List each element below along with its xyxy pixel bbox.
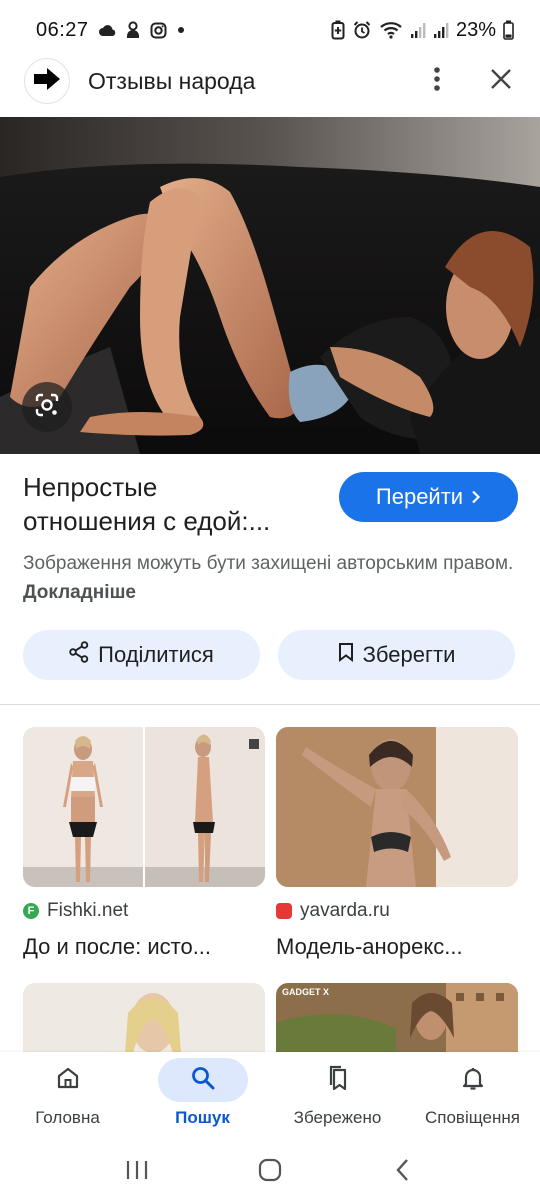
result-title-row: Непростые отношения с едой:... Перейти xyxy=(23,470,518,538)
system-navigation xyxy=(0,1144,540,1200)
chevron-right-icon xyxy=(471,484,481,510)
related-card[interactable]: yavarda.ru Модель-анорекс... xyxy=(276,727,518,960)
learn-more-link[interactable]: Докладніше xyxy=(23,582,136,603)
related-thumbnail[interactable]: GADGET X xyxy=(276,983,518,1053)
nav-label-notifications: Сповіщення xyxy=(425,1108,520,1127)
back-button[interactable] xyxy=(373,1150,433,1194)
close-icon xyxy=(490,68,512,95)
nav-icon-container xyxy=(293,1058,383,1102)
share-icon xyxy=(69,641,89,669)
signal-icon xyxy=(410,21,426,39)
related-title: Модель-анорекс... xyxy=(276,934,463,959)
recent-apps-button[interactable] xyxy=(107,1150,167,1194)
share-button[interactable]: Поділитися xyxy=(23,630,260,680)
nav-icon-container xyxy=(428,1058,518,1102)
bookmark-icon xyxy=(338,642,354,668)
nav-item-home[interactable]: Головна xyxy=(3,1058,133,1144)
arrow-right-icon xyxy=(32,66,62,97)
result-image[interactable] xyxy=(0,117,540,454)
result-image-illustration xyxy=(0,117,540,454)
bottom-navigation: Головна Пошук Збережено Сповіщення xyxy=(0,1052,540,1144)
battery-percent: 23% xyxy=(455,18,496,41)
recent-apps-icon xyxy=(125,1159,149,1186)
result-title[interactable]: Непростые отношения с едой:... xyxy=(23,470,323,538)
source-favicon-icon xyxy=(276,903,292,919)
watermark-label: GADGET X xyxy=(282,987,330,997)
bookmarks-icon xyxy=(325,1065,351,1096)
nav-label-home: Головна xyxy=(35,1108,100,1127)
alarm-icon xyxy=(352,20,372,40)
status-bar: 06:27 23% xyxy=(0,0,540,60)
action-row: Поділитися Зберегти xyxy=(23,630,515,680)
search-icon xyxy=(190,1065,216,1096)
nav-icon-container xyxy=(23,1058,113,1102)
related-title: До и после: исто... xyxy=(23,934,212,959)
page-title: Отзывы народа xyxy=(88,67,256,94)
header: Отзывы народа xyxy=(0,56,540,106)
home-system-button[interactable] xyxy=(240,1150,300,1194)
google-lens-button[interactable] xyxy=(22,382,72,432)
source-favicon-icon: F xyxy=(23,903,39,919)
copyright-notice: Зображення можуть бути захищені авторськ… xyxy=(23,549,523,607)
result-title-line1: Непростые xyxy=(23,472,158,502)
related-source: yavarda.ru xyxy=(276,900,518,922)
related-source: F Fishki.net xyxy=(23,900,265,922)
nav-label-saved: Збережено xyxy=(293,1108,382,1127)
related-thumbnail xyxy=(276,727,518,887)
more-vert-icon xyxy=(434,66,440,97)
save-label: Зберегти xyxy=(362,642,456,667)
battery-saver-icon xyxy=(331,20,345,40)
cloud-icon xyxy=(98,23,116,37)
dot-icon xyxy=(176,25,186,35)
result-title-line2: отношения с едой:... xyxy=(23,506,271,536)
share-label: Поділитися xyxy=(98,642,214,667)
instagram-icon xyxy=(150,22,167,39)
status-time: 06:27 xyxy=(36,18,89,41)
visit-button-label: Перейти xyxy=(375,484,464,509)
section-divider xyxy=(0,704,540,705)
nav-label-search: Пошук xyxy=(175,1108,230,1127)
copyright-text: Зображення можуть бути захищені авторськ… xyxy=(23,553,514,574)
source-name: yavarda.ru xyxy=(300,900,390,921)
close-button[interactable] xyxy=(486,66,516,96)
related-thumbnail xyxy=(23,727,265,887)
lens-icon xyxy=(34,392,60,423)
signal-icon xyxy=(433,21,449,39)
bell-icon xyxy=(460,1065,486,1096)
user-icon xyxy=(125,21,141,39)
nav-item-search[interactable]: Пошук xyxy=(138,1058,268,1144)
source-name: Fishki.net xyxy=(47,900,129,921)
more-options-button[interactable] xyxy=(422,66,452,96)
related-thumbnail[interactable] xyxy=(23,983,265,1053)
nav-icon-container xyxy=(157,1058,248,1102)
home-circle-icon xyxy=(258,1158,282,1187)
back-icon xyxy=(395,1158,411,1187)
nav-item-saved[interactable]: Збережено xyxy=(273,1058,403,1144)
save-button[interactable]: Зберегти xyxy=(278,630,515,680)
home-icon xyxy=(55,1065,81,1096)
wifi-icon xyxy=(379,20,403,40)
battery-icon xyxy=(503,20,514,40)
visit-button[interactable]: Перейти xyxy=(339,472,518,522)
nav-item-notifications[interactable]: Сповіщення xyxy=(408,1058,538,1144)
related-card[interactable]: F Fishki.net До и после: исто... xyxy=(23,727,265,960)
site-logo[interactable] xyxy=(24,58,70,104)
